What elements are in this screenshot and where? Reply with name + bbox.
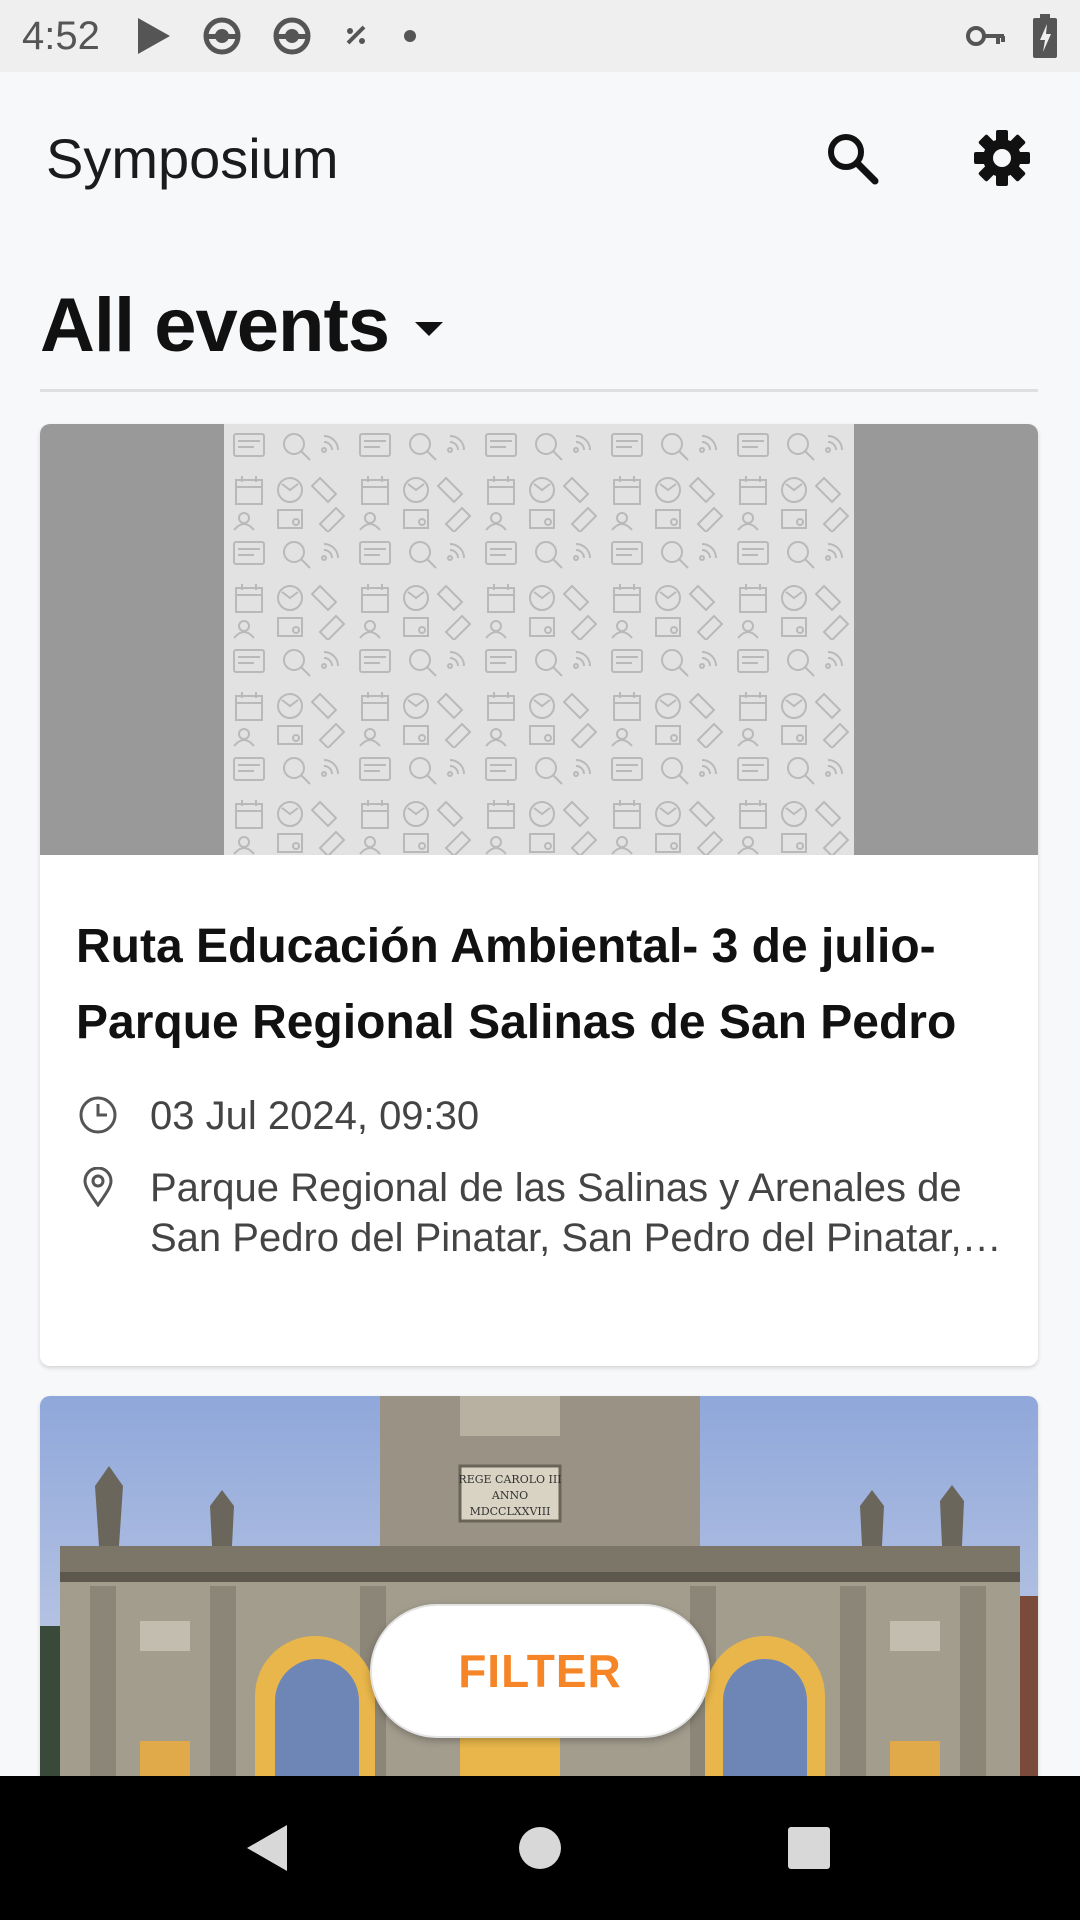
search-icon [828,134,879,185]
clock-icon [76,1093,120,1137]
status-bar: 4:52 [0,0,1080,72]
vpn-key-icon [966,24,1006,48]
app-bar-actions [820,126,1034,190]
status-time: 4:52 [22,13,100,58]
event-title: Ruta Educación Ambiental- 3 de julio-Par… [76,920,957,1049]
inscription-line-3: MDCCLXXVIII [470,1505,551,1518]
play-icon [134,16,172,56]
status-notification-icons [134,16,418,56]
back-icon [247,1825,287,1871]
event-datetime-row: 03 Jul 2024, 09:30 [76,1091,1002,1141]
home-icon [519,1827,561,1869]
location-pin-icon [76,1165,120,1209]
app-bar: Symposium [0,72,1080,244]
sync-icon [272,16,312,56]
battery-charging-icon [1032,14,1058,58]
status-system-icons [966,14,1058,58]
recents-icon [788,1827,830,1869]
sparkle-icon [342,21,372,51]
filter-button[interactable]: FILTER [370,1604,710,1738]
inscription-line-1: REGE CAROLO III [458,1473,561,1486]
nav-back-button[interactable] [206,1788,326,1908]
settings-button[interactable] [970,126,1034,190]
dot-icon [402,28,418,44]
event-image-placeholder [40,424,1038,855]
nav-recents-button[interactable] [749,1788,869,1908]
event-location: Parque Regional de las Salinas y Arenale… [150,1166,962,1260]
event-filter-dropdown[interactable]: All events [40,262,1038,392]
dropdown-arrow-icon [415,321,444,336]
app-title: Symposium [46,126,339,190]
system-navigation-bar [0,1776,1080,1920]
gear-icon [974,130,1030,186]
event-location-row: Parque Regional de las Salinas y Arenale… [76,1163,1002,1263]
section-title: All events [40,283,390,368]
event-card[interactable]: Ruta Educación Ambiental- 3 de julio-Par… [40,424,1038,1366]
filter-button-label: FILTER [458,1645,622,1697]
event-card-body: Ruta Educación Ambiental- 3 de julio-Par… [40,855,1038,1263]
nav-home-button[interactable] [480,1788,600,1908]
sync-icon [202,16,242,56]
search-button[interactable] [820,126,884,190]
placeholder-pattern [224,424,854,855]
event-datetime: 03 Jul 2024, 09:30 [150,1094,480,1138]
inscription-line-2: ANNO [491,1489,528,1502]
